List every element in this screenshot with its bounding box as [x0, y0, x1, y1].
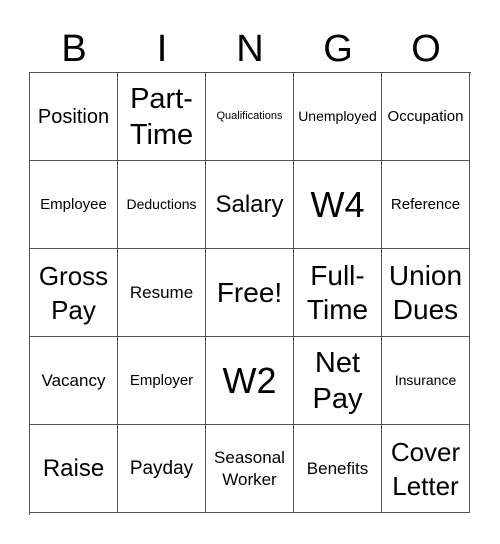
- bingo-header: B I N G O: [30, 26, 470, 72]
- bingo-cell[interactable]: Reference: [382, 161, 470, 249]
- bingo-cell[interactable]: Deductions: [118, 161, 206, 249]
- header-letter-g: G: [323, 28, 353, 70]
- bingo-cell[interactable]: Salary: [206, 161, 294, 249]
- bingo-cell[interactable]: Benefits: [294, 425, 382, 513]
- bingo-cell[interactable]: Unemployed: [294, 73, 382, 161]
- bingo-cell[interactable]: Position: [30, 73, 118, 161]
- bingo-cell[interactable]: Payday: [118, 425, 206, 513]
- bingo-cell[interactable]: W2: [206, 337, 294, 425]
- header-letter-i: I: [156, 28, 168, 70]
- header-letter-n: N: [236, 28, 264, 70]
- bingo-cell[interactable]: Resume: [118, 249, 206, 337]
- bingo-cell[interactable]: W4: [294, 161, 382, 249]
- bingo-cell[interactable]: Net Pay: [294, 337, 382, 425]
- bingo-cell[interactable]: Gross Pay: [30, 249, 118, 337]
- bingo-cell[interactable]: Seasonal Worker: [206, 425, 294, 513]
- bingo-cell[interactable]: Employer: [118, 337, 206, 425]
- bingo-cell[interactable]: Full- Time: [294, 249, 382, 337]
- bingo-cell[interactable]: Raise: [30, 425, 118, 513]
- bingo-cell[interactable]: Insurance: [382, 337, 470, 425]
- bingo-cell[interactable]: Part- Time: [118, 73, 206, 161]
- bingo-cell[interactable]: Vacancy: [30, 337, 118, 425]
- bingo-cell[interactable]: Union Dues: [382, 249, 470, 337]
- free-space-cell[interactable]: Free!: [206, 249, 294, 337]
- header-letter-b: B: [61, 28, 87, 70]
- bingo-cell[interactable]: Employee: [30, 161, 118, 249]
- bingo-cell[interactable]: Cover Letter: [382, 425, 470, 513]
- bingo-cell[interactable]: Qualifications: [206, 73, 294, 161]
- bingo-cell[interactable]: Occupation: [382, 73, 470, 161]
- bingo-board: Position Part- Time Qualifications Unemp…: [29, 72, 471, 515]
- header-letter-o: O: [411, 28, 441, 70]
